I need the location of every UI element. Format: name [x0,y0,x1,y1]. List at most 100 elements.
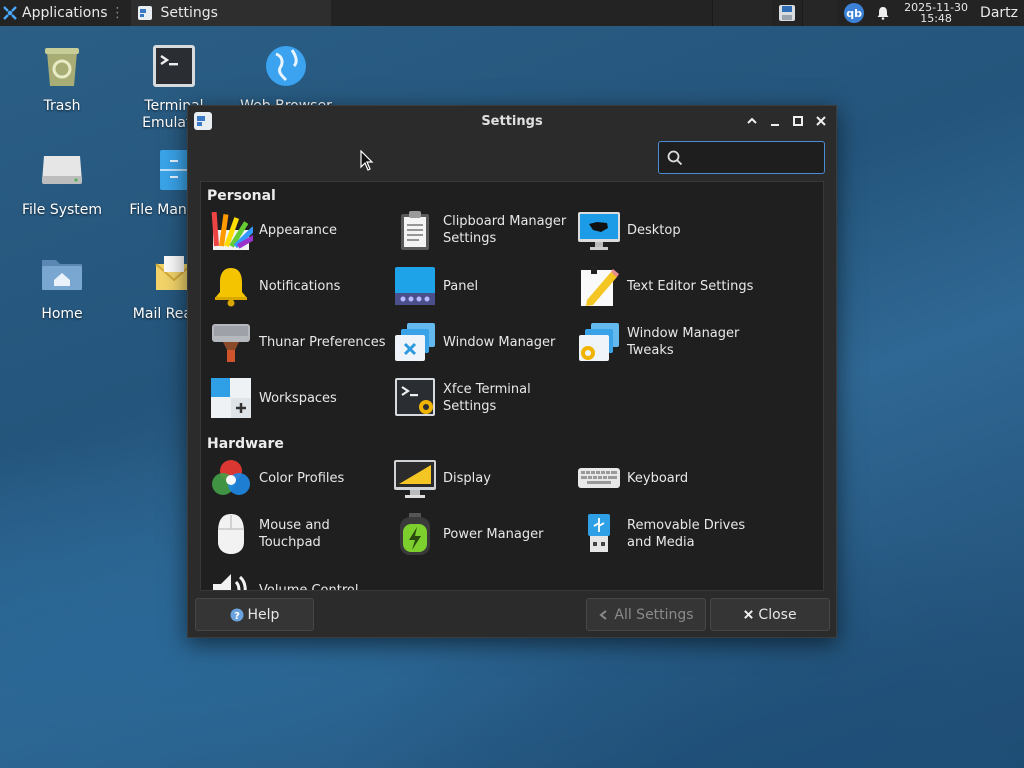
settings-item-label: Mouse and Touchpad [259,518,330,550]
settings-window: Settings Personal Appearance Clipboard M… [187,105,837,638]
help-button[interactable]: ? Help [195,598,314,631]
mouse-icon [218,514,244,554]
settings-item-notifications[interactable]: Notifications [209,261,393,311]
settings-item-label: Window Manager Tweaks [627,326,740,358]
window-shade-button[interactable] [743,112,761,130]
save-icon [779,5,796,21]
settings-item-desktop[interactable]: Desktop [577,205,761,255]
settings-item-window-manager-tweaks[interactable]: Window Manager Tweaks [577,317,761,367]
settings-item-text-editor[interactable]: Text Editor Settings [577,261,761,311]
settings-item-mouse-touchpad[interactable]: Mouse and Touchpad [209,509,393,559]
settings-item-keyboard[interactable]: Keyboard [577,453,761,503]
settings-item-terminal-settings[interactable]: Xfce Terminal Settings [393,373,577,423]
settings-item-panel[interactable]: Panel [393,261,577,311]
settings-item-label: Clipboard Manager Settings [443,214,567,246]
desktop-icon-home[interactable]: Home [12,250,112,322]
thunar-icon [212,324,250,362]
settings-item-label: Panel [443,278,479,294]
taskbar-item-label: Settings [160,5,218,21]
settings-item-thunar-preferences[interactable]: Thunar Preferences [209,317,393,367]
search-input[interactable] [689,150,809,165]
desktop-icon-trash[interactable]: Trash [12,42,112,114]
desktop-icon-label: Home [41,306,83,322]
settings-item-label: Volume Control [259,582,359,591]
tray-item-qbittorrent[interactable]: qb [838,0,870,26]
settings-item-label: Color Profiles [259,470,345,486]
all-settings-button[interactable]: All Settings [586,598,706,631]
settings-item-label: Power Manager [443,526,544,542]
top-panel: Applications ⋮ Settings qb 2025-11-30 15… [0,0,1024,26]
close-button[interactable]: Close [710,598,830,631]
settings-item-window-manager[interactable]: Window Manager [393,317,577,367]
settings-item-appearance[interactable]: Appearance [209,205,393,255]
usb-icon [588,514,610,552]
window-close-button[interactable] [812,112,830,130]
section-title-personal: Personal [207,188,276,204]
tray-item-settings[interactable] [772,0,802,26]
clock[interactable]: 2025-11-30 15:48 [896,2,976,24]
svg-text:?: ? [234,611,240,622]
applications-label: Applications [22,5,108,21]
settings-item-label: Display [443,470,491,486]
battery-icon [400,513,430,555]
search-icon [667,150,683,165]
text-editor-icon [581,266,619,306]
settings-item-label: Text Editor Settings [627,278,754,294]
terminal-settings-icon [395,378,435,416]
settings-item-display[interactable]: Display [393,453,577,503]
settings-item-removable-drives[interactable]: Removable Drives and Media [577,509,761,559]
settings-item-power-manager[interactable]: Power Manager [393,509,577,559]
applications-menu-button[interactable]: Applications ⋮ [0,0,129,26]
all-settings-button-label: All Settings [614,606,694,623]
window-manager-icon [395,323,435,361]
minimize-icon [771,124,779,126]
settings-item-label: Workspaces [259,390,337,406]
qbittorrent-icon: qb [844,3,865,23]
workspaces-icon [211,378,251,418]
desktop-icon-label: File System [21,202,103,218]
settings-list: Personal Appearance Clipboard Manager Se… [200,181,824,591]
display-icon [394,460,436,498]
settings-item-label: Notifications [259,278,341,294]
window-maximize-button[interactable] [789,112,807,130]
settings-app-icon [137,6,152,20]
taskbar-item-settings[interactable]: Settings [130,0,331,26]
settings-item-label: Removable Drives and Media [627,518,746,550]
user-menu[interactable]: Dartz [976,5,1024,21]
clock-time: 15:48 [920,12,952,25]
help-icon: ? [230,608,244,622]
window-titlebar[interactable]: Settings [188,106,836,136]
panel-icon [395,267,435,305]
settings-item-label: Appearance [259,222,338,238]
clipboard-icon [401,211,429,250]
close-button-label: Close [758,606,797,623]
settings-item-label: Keyboard [627,470,689,486]
desktop-icon-web-browser[interactable]: Web Browser [236,42,336,114]
search-box[interactable] [658,141,825,174]
section-title-hardware: Hardware [207,436,284,452]
settings-item-clipboard-manager[interactable]: Clipboard Manager Settings [393,205,577,255]
close-icon [744,610,754,619]
settings-item-volume-control[interactable]: Volume Control [209,565,393,591]
terminal-icon [153,45,195,87]
tray-item-notifications[interactable] [870,0,896,26]
trash-icon [45,48,79,86]
settings-item-label: Window Manager [443,334,556,350]
settings-item-label: Thunar Preferences [259,334,386,350]
xfce-logo-icon [3,6,17,20]
home-folder-icon [42,260,82,290]
help-button-label: Help [247,606,280,623]
volume-icon [213,574,247,590]
keyboard-icon [578,468,620,488]
bell-icon [877,7,889,20]
chevron-left-icon [599,609,607,620]
menu-separator-icon: ⋮ [110,5,125,21]
color-profiles-icon [212,460,250,495]
settings-item-workspaces[interactable]: Workspaces [209,373,393,423]
desktop-icon [578,212,620,250]
window-minimize-button[interactable] [766,112,784,130]
desktop-icon-label: Trash [43,98,81,114]
window-tweaks-icon [579,323,619,361]
settings-item-color-profiles[interactable]: Color Profiles [209,453,393,503]
desktop-icon-file-system[interactable]: File System [12,146,112,218]
